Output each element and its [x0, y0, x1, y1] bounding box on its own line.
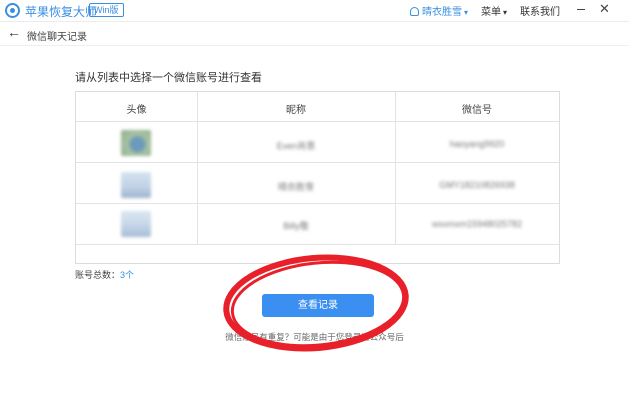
- row-wechat-id[interactable]: GMY18210826938: [395, 180, 559, 190]
- row-divider: [76, 121, 559, 122]
- header-nickname: 昵称: [286, 105, 306, 116]
- main-menu-button[interactable]: 菜单 ▾: [481, 3, 507, 18]
- duplicate-account-hint: 微信账号有重复？可能是由于您登录过公众号后: [225, 332, 404, 342]
- user-icon: [410, 7, 419, 16]
- version-badge: Win版: [89, 3, 124, 17]
- row-divider: [76, 162, 559, 163]
- app-name: 苹果恢复大师: [25, 5, 98, 19]
- minimize-icon[interactable]: [577, 9, 585, 10]
- account-count-label: 账号总数：: [75, 270, 121, 280]
- row-nickname[interactable]: 晴衣胜雪: [197, 180, 395, 193]
- account-table: 头像 昵称 微信号 Even肖恩 haoyang9920 晴衣胜雪 GMY182…: [75, 91, 560, 264]
- chevron-down-icon: ▾: [503, 8, 508, 17]
- app-logo-icon: [5, 3, 20, 18]
- navigation-bar: ← 微信聊天记录: [0, 22, 629, 46]
- header-wechat-id: 微信号: [462, 105, 492, 116]
- avatar-image[interactable]: [121, 130, 151, 156]
- row-wechat-id[interactable]: haoyang9920: [395, 139, 559, 149]
- page-title: 微信聊天记录: [27, 32, 87, 43]
- row-nickname[interactable]: Even肖恩: [197, 139, 395, 152]
- row-divider: [76, 244, 559, 245]
- title-bar: 苹果恢复大师 Win版 晴衣胜雪 ▾ 菜单 ▾ 联系我们 ✕: [0, 0, 629, 22]
- instruction-text: 请从列表中选择一个微信账号进行查看: [75, 72, 262, 84]
- menu-label: 菜单: [481, 7, 501, 18]
- account-count: 账号总数：3个: [75, 268, 134, 281]
- back-arrow-icon[interactable]: ←: [7, 24, 21, 40]
- contact-us-link[interactable]: 联系我们: [520, 3, 560, 18]
- user-name: 晴衣胜雪: [422, 7, 462, 18]
- close-icon[interactable]: ✕: [599, 2, 610, 16]
- account-count-value: 3个: [120, 270, 135, 280]
- chevron-down-icon: ▾: [464, 8, 469, 17]
- view-records-button[interactable]: 查看记录: [262, 294, 374, 317]
- row-divider: [76, 203, 559, 204]
- user-account-menu[interactable]: 晴衣胜雪 ▾: [410, 3, 468, 18]
- row-wechat-id[interactable]: wxxmxm15948025782: [395, 219, 559, 229]
- header-avatar: 头像: [126, 105, 147, 116]
- row-nickname[interactable]: Billy敬: [197, 219, 395, 232]
- avatar-image[interactable]: [121, 211, 151, 237]
- avatar-image[interactable]: [121, 172, 151, 198]
